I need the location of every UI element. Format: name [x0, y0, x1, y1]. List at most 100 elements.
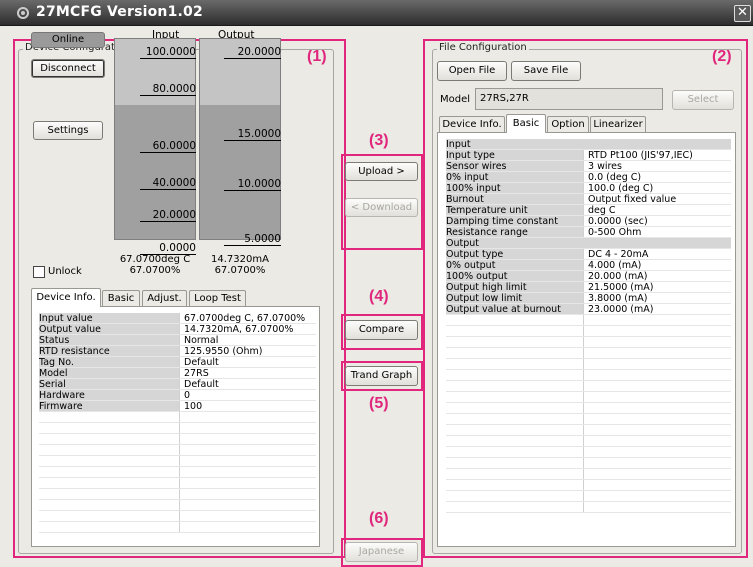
grid-row[interactable]: 100% input 100.0 (deg C)	[446, 183, 731, 194]
empty-grid-row[interactable]	[446, 381, 731, 392]
disconnect-button[interactable]: Disconnect	[31, 59, 105, 78]
title-bar[interactable]: 27MCFG Version1.02 ✕	[0, 0, 753, 26]
empty-grid-row[interactable]	[39, 412, 316, 423]
tab-basic[interactable]: Basic	[102, 290, 140, 307]
output-value-readout: 14.7320mA 67.0700%	[199, 254, 281, 276]
tab-basic-file[interactable]: Basic	[506, 114, 546, 133]
grid-value	[583, 238, 731, 248]
empty-grid-row[interactable]	[39, 478, 316, 489]
unlock-checkbox[interactable]	[33, 266, 45, 278]
empty-grid-row[interactable]	[446, 436, 731, 447]
empty-grid-row[interactable]	[446, 458, 731, 469]
grid-value: Output fixed value	[583, 194, 731, 204]
trend-graph-button[interactable]: Trand Graph	[345, 366, 418, 386]
empty-grid-row[interactable]	[446, 425, 731, 436]
empty-grid-row[interactable]	[446, 480, 731, 491]
grid-row[interactable]: Serial Default	[39, 379, 316, 390]
grid-key	[446, 392, 583, 402]
empty-grid-row[interactable]	[39, 467, 316, 478]
empty-grid-row[interactable]	[446, 359, 731, 370]
grid-value	[583, 436, 731, 446]
grid-value	[179, 445, 316, 455]
empty-grid-row[interactable]	[39, 456, 316, 467]
upload-button[interactable]: Upload >	[345, 162, 418, 181]
grid-row[interactable]: Model 27RS	[39, 368, 316, 379]
annotation-label-4: (4)	[369, 288, 389, 305]
empty-grid-row[interactable]	[39, 522, 316, 533]
empty-grid-row[interactable]	[446, 491, 731, 502]
close-button[interactable]: ✕	[734, 5, 751, 22]
empty-grid-row[interactable]	[446, 315, 731, 326]
input-tick-label: 60.0000	[140, 140, 196, 153]
grid-row[interactable]: Output value at burnout 23.0000 (mA)	[446, 304, 731, 315]
compare-button[interactable]: Compare	[345, 320, 418, 340]
tab-device-info[interactable]: Device Info.	[31, 288, 101, 307]
settings-button[interactable]: Settings	[33, 121, 103, 140]
grid-row[interactable]: Firmware 100	[39, 401, 316, 412]
empty-grid-row[interactable]	[39, 445, 316, 456]
tab-device-info-file[interactable]: Device Info.	[439, 116, 505, 133]
empty-grid-row[interactable]	[446, 502, 731, 513]
grid-row[interactable]: Input	[446, 139, 731, 150]
grid-row[interactable]: Output high limit 21.5000 (mA)	[446, 282, 731, 293]
client-area: (1) (2) (3) (4) (5) (6) Device Configura…	[0, 26, 753, 567]
grid-key: Output value at burnout	[446, 304, 583, 314]
empty-grid-row[interactable]	[39, 500, 316, 511]
open-file-button[interactable]: Open File	[437, 61, 507, 81]
empty-grid-row[interactable]	[39, 423, 316, 434]
empty-grid-row[interactable]	[39, 434, 316, 445]
empty-grid-row[interactable]	[446, 469, 731, 480]
output-tick-label: 10.0000	[224, 178, 281, 191]
empty-grid-row[interactable]	[446, 403, 731, 414]
select-button[interactable]: Select	[672, 90, 734, 110]
grid-row[interactable]: Damping time constant 0.0000 (sec)	[446, 216, 731, 227]
tab-loop-test[interactable]: Loop Test	[189, 290, 246, 307]
grid-row[interactable]: Input value 67.0700deg C, 67.0700%	[39, 313, 316, 324]
output-meter-fill	[200, 104, 280, 239]
grid-value: 0.0000 (sec)	[583, 216, 731, 226]
grid-row[interactable]: Sensor wires 3 wires	[446, 161, 731, 172]
model-field[interactable]: 27RS,27R	[475, 88, 663, 110]
grid-row[interactable]: Burnout Output fixed value	[446, 194, 731, 205]
grid-row[interactable]: Output type DC 4 - 20mA	[446, 249, 731, 260]
empty-grid-row[interactable]	[446, 414, 731, 425]
tab-linearizer-file[interactable]: Linearizer	[590, 116, 646, 133]
grid-value: Default	[179, 379, 316, 389]
tab-adjust[interactable]: Adjust.	[142, 290, 187, 307]
grid-row[interactable]: Status Normal	[39, 335, 316, 346]
grid-row[interactable]: Tag No. Default	[39, 357, 316, 368]
empty-grid-row[interactable]	[446, 392, 731, 403]
grid-value	[583, 381, 731, 391]
grid-value: 0-500 Ohm	[583, 227, 731, 237]
grid-value	[583, 414, 731, 424]
tab-option-file[interactable]: Option	[547, 116, 589, 133]
grid-value	[179, 412, 316, 422]
empty-grid-row[interactable]	[39, 511, 316, 522]
grid-row[interactable]: 100% output 20.000 (mA)	[446, 271, 731, 282]
grid-row[interactable]: Output	[446, 238, 731, 249]
empty-grid-row[interactable]	[446, 370, 731, 381]
empty-grid-row[interactable]	[39, 489, 316, 500]
save-file-button[interactable]: Save File	[511, 61, 581, 81]
download-button[interactable]: < Download	[345, 198, 418, 217]
grid-row[interactable]: Hardware 0	[39, 390, 316, 401]
japanese-button[interactable]: Japanese	[345, 542, 418, 562]
empty-grid-row[interactable]	[446, 447, 731, 458]
grid-key	[39, 511, 179, 521]
grid-value: 23.0000 (mA)	[583, 304, 731, 314]
grid-row[interactable]: Temperature unit deg C	[446, 205, 731, 216]
grid-row[interactable]: Output value 14.7320mA, 67.0700%	[39, 324, 316, 335]
grid-row[interactable]: 0% input 0.0 (deg C)	[446, 172, 731, 183]
grid-row[interactable]: 0% output 4.000 (mA)	[446, 260, 731, 271]
grid-row[interactable]: RTD resistance 125.9550 (Ohm)	[39, 346, 316, 357]
empty-grid-row[interactable]	[446, 348, 731, 359]
grid-key: Hardware	[39, 390, 179, 400]
grid-row[interactable]: Input type RTD Pt100 (JIS'97,IEC)	[446, 150, 731, 161]
grid-key: Output	[446, 238, 583, 248]
annotation-label-6: (6)	[369, 510, 389, 527]
grid-row[interactable]: Resistance range 0-500 Ohm	[446, 227, 731, 238]
grid-row[interactable]: Output low limit 3.8000 (mA)	[446, 293, 731, 304]
device-info-grid: Input value 67.0700deg C, 67.0700% Output …	[39, 313, 316, 533]
empty-grid-row[interactable]	[446, 326, 731, 337]
empty-grid-row[interactable]	[446, 337, 731, 348]
